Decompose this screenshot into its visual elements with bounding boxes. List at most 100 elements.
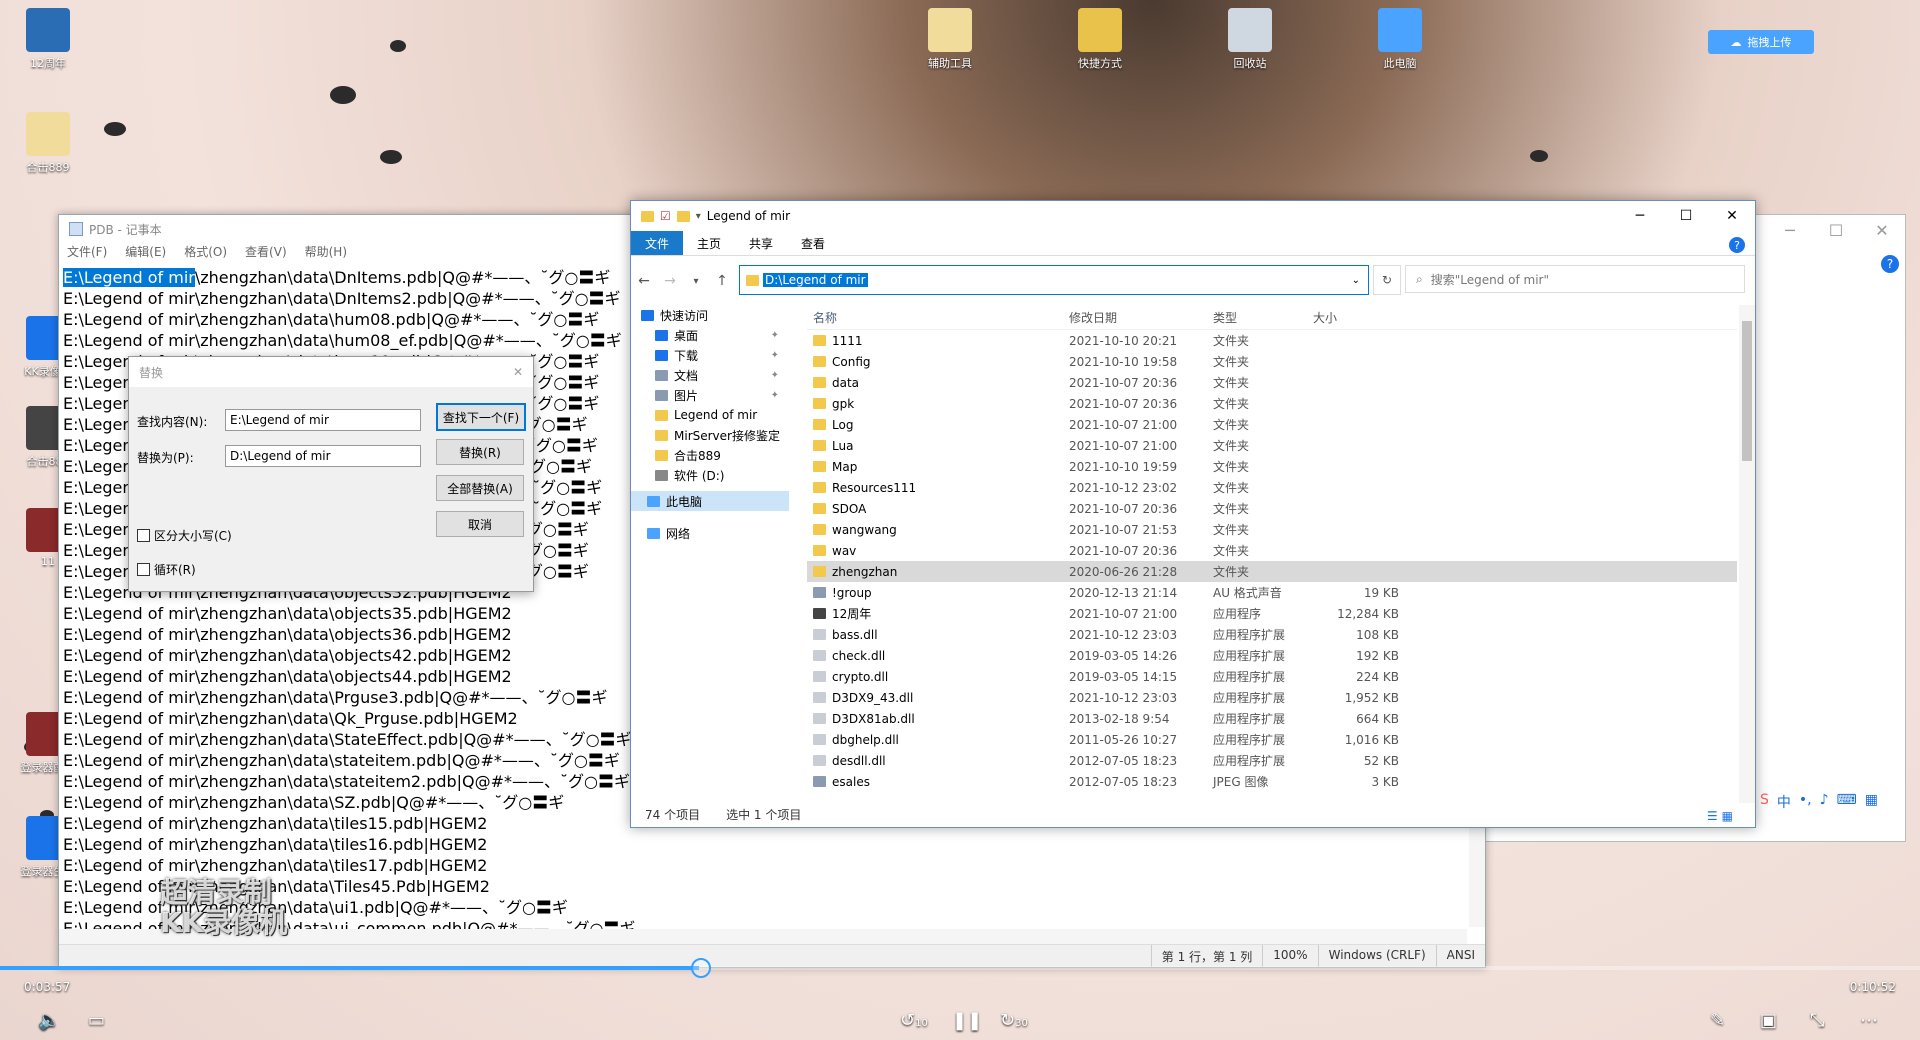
file-row[interactable]: Config 2021-10-10 19:58 文件夹 [807, 351, 1737, 372]
menu-item[interactable]: 编辑(E) [125, 243, 166, 261]
column-header[interactable]: 修改日期 [1069, 309, 1213, 326]
file-row[interactable]: 12周年 2021-10-07 21:00 应用程序 12,284 KB [807, 603, 1737, 624]
pin-icon[interactable]: ✦ [771, 350, 779, 361]
pin-icon[interactable]: ✦ [771, 390, 779, 401]
grid-icon[interactable]: ▦ [1865, 792, 1878, 812]
replace-all-button[interactable]: 全部替换(A) [436, 475, 524, 501]
file-explorer-window[interactable]: ☑ ▾ Legend of mir ─ ☐ ✕ 文件 主页 共享 查看 ? ← → ▾… [630, 200, 1756, 828]
close-icon[interactable]: ✕ [1859, 215, 1905, 245]
ime-punctuation-icon[interactable]: •, [1799, 792, 1812, 812]
file-row[interactable]: wangwang 2021-10-07 21:53 文件夹 [807, 519, 1737, 540]
close-icon[interactable]: ✕ [513, 365, 523, 379]
ribbon-tab[interactable]: 共享 [735, 231, 787, 255]
file-row[interactable]: bass.dll 2021-10-12 23:03 应用程序扩展 108 KB [807, 624, 1737, 645]
back-arrow-icon[interactable]: ← [631, 273, 657, 289]
help-icon[interactable]: ? [1881, 255, 1899, 273]
rewind-button[interactable]: ↺10 [900, 1010, 928, 1031]
subtitle-icon[interactable]: ▭ [88, 1010, 105, 1031]
nav-item[interactable]: Legend of mir [631, 405, 789, 425]
column-header[interactable]: 大小 [1313, 309, 1399, 326]
nav-item[interactable]: 下载 ✦ [631, 345, 789, 365]
desktop-icon[interactable]: 辅助工具 [910, 8, 990, 71]
minimize-icon[interactable]: ─ [1617, 201, 1663, 231]
pin-icon[interactable]: ✦ [771, 370, 779, 381]
file-row[interactable]: D3DX81ab.dll 2013-02-18 9:54 应用程序扩展 664 KB [807, 708, 1737, 729]
ribbon-tab[interactable]: 主页 [683, 231, 735, 255]
chevron-down-icon[interactable]: ⌄ [1352, 275, 1360, 286]
minimize-icon[interactable]: ─ [1767, 215, 1813, 245]
nav-item[interactable]: 图片 ✦ [631, 385, 789, 405]
file-row[interactable]: !group 2020-12-13 21:14 AU 格式声音 19 KB [807, 582, 1737, 603]
vertical-scrollbar[interactable] [1739, 305, 1755, 803]
ime-chinese-icon[interactable]: 中 [1777, 792, 1791, 812]
pip-icon[interactable]: ▣ [1760, 1010, 1777, 1031]
file-row[interactable]: gpk 2021-10-07 20:36 文件夹 [807, 393, 1737, 414]
nav-item[interactable]: 文档 ✦ [631, 365, 789, 385]
close-icon[interactable]: ✕ [1709, 201, 1755, 231]
desktop-icon[interactable]: 12周年 [8, 8, 88, 71]
file-row[interactable]: Lua 2021-10-07 21:00 文件夹 [807, 435, 1737, 456]
pin-icon[interactable]: ✦ [771, 330, 779, 341]
desktop-icon[interactable]: 合击889 [8, 112, 88, 175]
ribbon-tab[interactable]: 文件 [631, 231, 684, 255]
pause-icon[interactable]: ❚❚ [952, 1010, 982, 1031]
replace-button[interactable]: 替换(R) [436, 439, 524, 465]
properties-icon[interactable]: ☑ [660, 209, 671, 223]
find-input[interactable]: E:\Legend of mir [225, 409, 421, 431]
file-list[interactable]: 名称 修改日期 类型 大小 1111 2021-10-10 20:21 文件夹 Config… [807, 305, 1737, 803]
nav-item[interactable]: 快速访问 [631, 305, 789, 325]
nav-item[interactable]: MirServer接修鉴定 [631, 425, 789, 445]
more-icon[interactable]: ⋯ [1860, 1010, 1878, 1031]
refresh-button[interactable]: ↻ [1373, 265, 1401, 295]
menu-item[interactable]: 文件(F) [67, 243, 107, 261]
file-row[interactable]: crypto.dll 2019-03-05 14:15 应用程序扩展 224 KB [807, 666, 1737, 687]
chevron-down-icon[interactable]: ▾ [696, 211, 701, 222]
file-row[interactable]: Resources111 2021-10-12 23:02 文件夹 [807, 477, 1737, 498]
video-progress-bar[interactable] [0, 958, 1920, 978]
file-row[interactable]: 1111 2021-10-10 20:21 文件夹 [807, 330, 1737, 351]
ribbon-tab[interactable]: 查看 [787, 231, 839, 255]
column-header[interactable]: 类型 [1213, 309, 1313, 326]
nav-item[interactable]: 网络 [631, 523, 789, 543]
recent-dropdown-icon[interactable]: ▾ [683, 276, 709, 287]
details-view-icon[interactable]: ☰ [1707, 809, 1718, 823]
search-input[interactable]: ⌕ 搜索"Legend of mir" [1405, 265, 1745, 293]
file-row[interactable]: Map 2021-10-10 19:59 文件夹 [807, 456, 1737, 477]
file-row[interactable]: SDOA 2021-10-07 20:36 文件夹 [807, 498, 1737, 519]
nav-item[interactable]: 合击889 [631, 445, 789, 465]
nav-item[interactable]: 桌面 ✦ [631, 325, 789, 345]
replace-input[interactable]: D:\Legend of mir [225, 445, 421, 467]
forward-arrow-icon[interactable]: → [657, 273, 683, 289]
progress-knob[interactable] [690, 958, 711, 978]
desktop-icon[interactable]: 此电脑 [1360, 8, 1440, 71]
exit-fullscreen-icon[interactable]: ⤡ [1810, 1010, 1824, 1031]
file-row[interactable]: dbghelp.dll 2011-05-26 10:27 应用程序扩展 1,016 K… [807, 729, 1737, 750]
file-row[interactable]: wav 2021-10-07 20:36 文件夹 [807, 540, 1737, 561]
scrollbar-thumb[interactable] [1742, 321, 1752, 461]
replace-dialog[interactable]: 替换 ✕ 查找内容(N): E:\Legend of mir 替换为(P): D… [128, 356, 534, 592]
menu-item[interactable]: 帮助(H) [305, 243, 347, 261]
file-row[interactable]: esales 2012-07-05 18:23 JPEG 图像 3 KB [807, 771, 1737, 792]
nav-item[interactable]: 软件 (D:) [631, 465, 789, 485]
maximize-icon[interactable]: ☐ [1663, 201, 1709, 231]
microphone-icon[interactable]: ♪ [1820, 792, 1829, 812]
cancel-button[interactable]: 取消 [436, 511, 524, 537]
forward-button[interactable]: ↻30 [1000, 1010, 1028, 1031]
ime-toolbar[interactable]: S 中 •, ♪ ⌨ ▦ [1760, 792, 1878, 812]
desktop-icon[interactable]: 回收站 [1210, 8, 1290, 71]
file-row[interactable]: check.dll 2019-03-05 14:26 应用程序扩展 192 KB [807, 645, 1737, 666]
up-arrow-icon[interactable]: ↑ [709, 273, 735, 289]
wrap-checkbox[interactable]: 循环(R) [137, 561, 196, 578]
file-row[interactable]: Log 2021-10-07 21:00 文件夹 [807, 414, 1737, 435]
address-bar[interactable]: D:\Legend of mir ⌄ [739, 265, 1369, 295]
nav-item[interactable]: 此电脑 [631, 491, 789, 511]
file-row[interactable]: data 2021-10-07 20:36 文件夹 [807, 372, 1737, 393]
desktop-icon[interactable]: 快捷方式 [1060, 8, 1140, 71]
find-next-button[interactable]: 查找下一个(F) [436, 403, 526, 431]
pen-icon[interactable]: ✎ [1710, 1010, 1725, 1031]
new-folder-icon[interactable] [676, 210, 690, 222]
menu-item[interactable]: 查看(V) [245, 243, 287, 261]
help-icon[interactable]: ? [1729, 237, 1745, 253]
sogou-icon[interactable]: S [1760, 792, 1769, 812]
file-row[interactable]: desdll.dll 2012-07-05 18:23 应用程序扩展 52 KB [807, 750, 1737, 771]
